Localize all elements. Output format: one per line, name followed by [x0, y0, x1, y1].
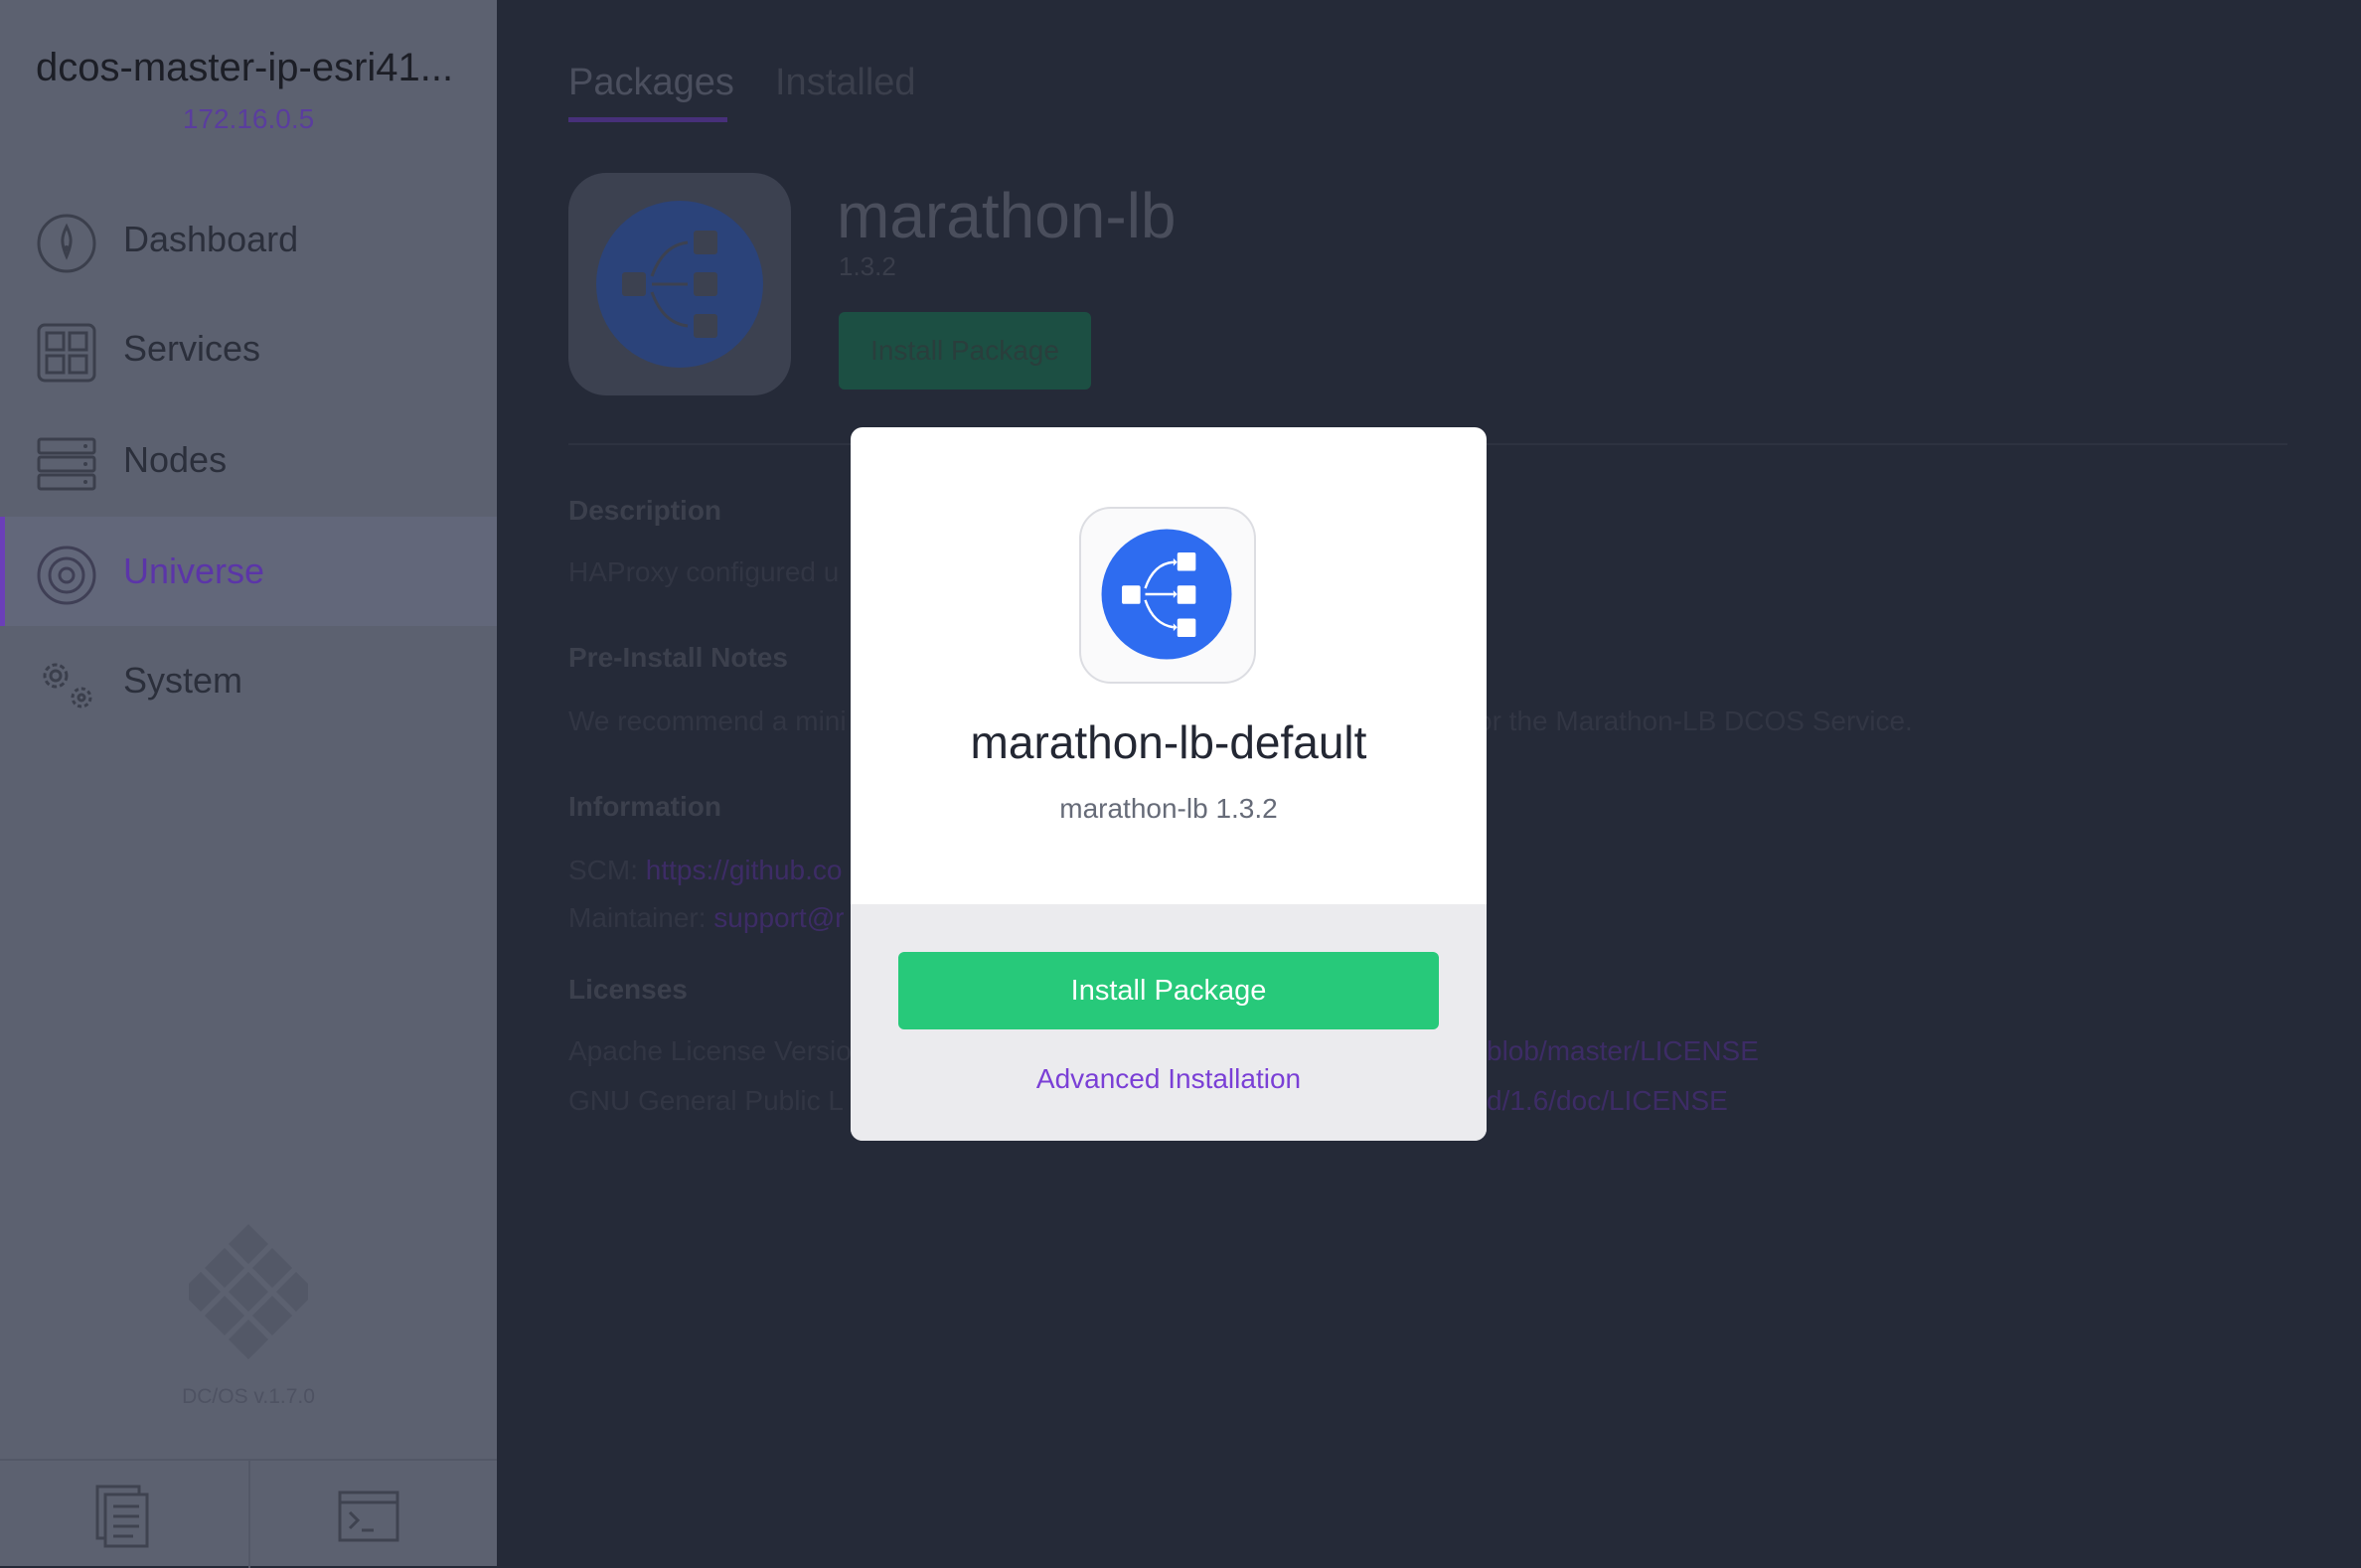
sidebar-item-nodes[interactable]: Nodes [0, 405, 497, 515]
maintainer-row: Maintainer: support@r [568, 902, 844, 934]
preinstall-text: We recommend a mini [568, 706, 847, 736]
sidebar-item-label: Nodes [123, 439, 228, 480]
dcos-version: DC/OS v.1.7.0 [182, 1385, 315, 1408]
sidebar-item-dashboard[interactable]: Dashboard [0, 185, 497, 294]
preinstall-text-tail: or the Marathon-LB DCOS Service. [1477, 706, 1913, 736]
system-icon [43, 663, 92, 708]
sidebar-item-services[interactable]: Services [0, 294, 497, 403]
cluster-name[interactable]: dcos-master-ip-esri41... [36, 46, 473, 90]
licenses-heading: Licenses [568, 974, 688, 1005]
sidebar-item-label: Dashboard [123, 219, 299, 259]
maintainer-link[interactable]: support@r [713, 902, 844, 933]
install-package-button[interactable]: Install Package [839, 312, 1091, 390]
install-modal: marathon-lb-default marathon-lb 1.3.2 In… [851, 427, 1487, 1141]
preinstall-heading: Pre-Install Notes [568, 642, 788, 673]
active-tab-indicator [568, 117, 727, 122]
sidebar-item-system[interactable]: System [0, 626, 497, 735]
modal-footer: Install Package Advanced Installation [851, 904, 1487, 1141]
scm-label: SCM: [568, 855, 638, 885]
nodes-icon [37, 437, 96, 491]
sidebar-item-label: Universe [123, 550, 265, 591]
cluster-ip: 172.16.0.5 [182, 103, 315, 134]
package-icon-tile [568, 173, 791, 395]
license-2-link[interactable]: d/1.6/doc/LICENSE [1487, 1085, 1728, 1117]
sidebar: dcos-master-ip-esri41... 172.16.0.5 Dash… [0, 0, 497, 1568]
package-title: marathon-lb [837, 180, 1177, 251]
modal-install-package-button[interactable]: Install Package [898, 952, 1439, 1029]
sidebar-item-universe[interactable]: Universe [0, 517, 497, 626]
modal-package-name: marathon-lb-default [970, 716, 1367, 768]
sidebar-item-label: System [123, 660, 243, 701]
modal-package-icon-tile [1079, 507, 1256, 684]
description-heading: Description [568, 495, 722, 526]
maintainer-label: Maintainer: [568, 902, 707, 933]
description-text: HAProxy configured u [568, 556, 840, 587]
sidebar-item-label: Services [123, 328, 261, 369]
information-heading: Information [568, 791, 721, 822]
marathon-lb-icon [1101, 529, 1232, 660]
license-2-text: GNU General Public L [568, 1085, 845, 1116]
advanced-installation-link[interactable]: Advanced Installation [851, 1063, 1487, 1095]
marathon-lb-icon [596, 201, 763, 368]
scm-link[interactable]: https://github.co [646, 855, 843, 885]
dcos-logo-icon [189, 1224, 308, 1359]
dashboard-icon [37, 214, 96, 273]
services-icon [37, 323, 96, 383]
tab-packages[interactable]: Packages [568, 62, 734, 104]
license-1-text: Apache License Versio [568, 1035, 852, 1066]
documentation-icon[interactable] [93, 1485, 155, 1550]
universe-icon [37, 546, 96, 605]
tab-installed[interactable]: Installed [775, 62, 916, 104]
license-1-link[interactable]: blob/master/LICENSE [1487, 1035, 1759, 1067]
sidebar-footer [0, 1459, 497, 1568]
cli-terminal-icon[interactable] [338, 1485, 399, 1550]
scm-row: SCM: https://github.co [568, 855, 842, 886]
package-version: 1.3.2 [839, 251, 896, 281]
footer-divider [248, 1461, 250, 1568]
modal-package-version: marathon-lb 1.3.2 [1059, 793, 1278, 824]
